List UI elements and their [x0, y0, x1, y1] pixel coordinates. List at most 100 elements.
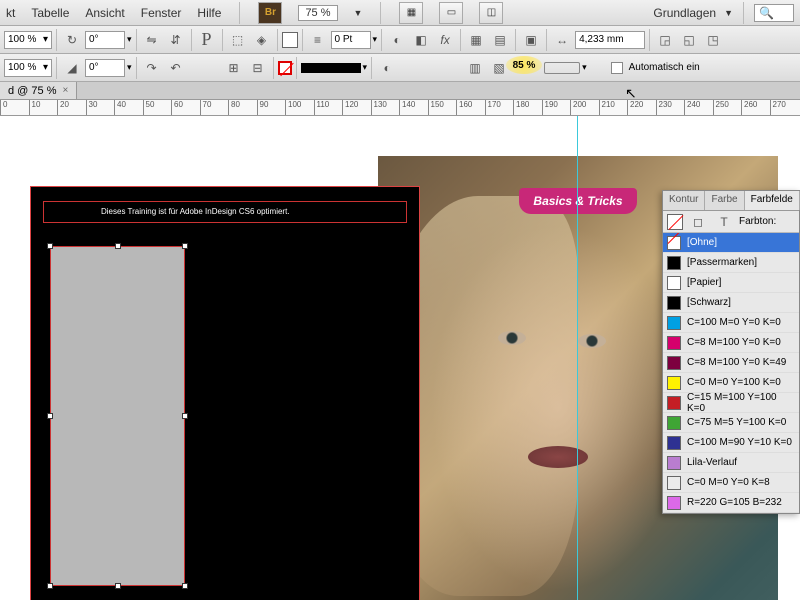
swatch-row[interactable]: C=75 M=5 Y=100 K=0	[663, 413, 799, 433]
swatch-chip	[667, 256, 681, 270]
swatch-row[interactable]: Lila-Verlauf	[663, 453, 799, 473]
panel-tab-kontur[interactable]: Kontur	[663, 191, 705, 210]
swatch-name: [Passermarken]	[687, 257, 757, 268]
swatch-chip	[667, 336, 681, 350]
swatch-row[interactable]: C=100 M=0 Y=0 K=0	[663, 313, 799, 333]
select-container-icon[interactable]: ⬚	[227, 29, 249, 51]
workspace-switcher[interactable]: Grundlagen	[653, 6, 716, 20]
tint-label: Farbton:	[739, 216, 776, 227]
swatch-row[interactable]: C=15 M=100 Y=100 K=0	[663, 393, 799, 413]
selected-frame[interactable]	[50, 246, 185, 586]
auto-label: Automatisch ein	[629, 62, 700, 73]
search-input[interactable]: 🔍	[754, 4, 794, 22]
swatch-row[interactable]: [Passermarken]	[663, 253, 799, 273]
swatch-chip	[667, 356, 681, 370]
frame-fit-icon[interactable]: ▣	[520, 29, 542, 51]
swatch-row[interactable]: C=100 M=90 Y=10 K=0	[663, 433, 799, 453]
shear-icon[interactable]: ◢	[61, 57, 83, 79]
text-wrap-icon[interactable]: ▤	[489, 29, 511, 51]
swatch-chip	[667, 276, 681, 290]
fill-swatch[interactable]	[282, 32, 298, 48]
rotate-ccw-icon[interactable]: ↶	[165, 57, 187, 79]
stroke-style[interactable]	[301, 63, 361, 73]
swatch-chip	[667, 316, 681, 330]
swatch-row[interactable]: [Ohne]	[663, 233, 799, 253]
corner-icon[interactable]: ◲	[654, 29, 676, 51]
corner-icon[interactable]: ◳	[702, 29, 724, 51]
menu-item[interactable]: Fenster	[141, 6, 182, 20]
swatch-row[interactable]: [Papier]	[663, 273, 799, 293]
scale-x-field[interactable]: 100 %▾	[4, 31, 52, 49]
swatch-row[interactable]: C=8 M=100 Y=0 K=49	[663, 353, 799, 373]
effects-icon[interactable]: ◐	[386, 29, 408, 51]
stroke-weight-icon: ≡	[307, 29, 329, 51]
menu-item[interactable]: Hilfe	[197, 6, 221, 20]
menu-item[interactable]: kt	[6, 6, 15, 20]
menu-item[interactable]: Tabelle	[31, 6, 69, 20]
control-panel-row1: 100 %▾ ↻ 0° ▾ ⇋ ⇵ P ⬚ ◈ ≡ 0 Pt ▾ ◐ ◧ fx …	[0, 26, 800, 54]
select-content-icon[interactable]: ◈	[251, 29, 273, 51]
swatch-name: C=0 M=0 Y=100 K=0	[687, 377, 781, 388]
badge-tab: Basics & Tricks	[519, 188, 637, 214]
close-icon[interactable]: ×	[62, 85, 68, 96]
drop-shadow-icon[interactable]: ◧	[410, 29, 432, 51]
rotate-icon[interactable]: ↻	[61, 29, 83, 51]
swatch-name: C=100 M=90 Y=10 K=0	[687, 437, 792, 448]
swatch-name: C=15 M=100 Y=100 K=0	[687, 392, 795, 414]
text-wrap-icon[interactable]: ▦	[465, 29, 487, 51]
swatch-row[interactable]: C=0 M=0 Y=0 K=8	[663, 473, 799, 493]
bridge-button[interactable]: Br	[258, 2, 282, 24]
swatch-chip	[667, 476, 681, 490]
swatches-panel: Kontur Farbe Farbfelde ◻ T Farbton: [Ohn…	[662, 190, 800, 514]
swatch-name: C=100 M=0 Y=0 K=0	[687, 317, 781, 328]
document-tab[interactable]: d @ 75 % ×	[0, 82, 77, 99]
flip-h-icon[interactable]: ⇋	[141, 29, 163, 51]
fx-button[interactable]: fx	[434, 29, 456, 51]
swatch-name: C=0 M=0 Y=0 K=8	[687, 477, 770, 488]
screen-mode-icon[interactable]: ▭	[439, 2, 463, 24]
container-icon[interactable]: ◻	[687, 211, 709, 233]
opacity-icon: ◐	[376, 57, 398, 79]
swatch-name: [Ohne]	[687, 237, 717, 248]
flip-v-icon[interactable]: ⇵	[165, 29, 187, 51]
guide[interactable]	[577, 116, 578, 600]
auto-checkbox[interactable]	[611, 62, 623, 74]
fill-stroke-icon[interactable]	[667, 214, 683, 230]
arrange-icon[interactable]: ◫	[479, 2, 503, 24]
swatch-row[interactable]: R=220 G=105 B=232	[663, 493, 799, 513]
swatch-name: [Papier]	[687, 277, 721, 288]
swatch-chip	[667, 396, 681, 410]
control-panel-row2: 100 %▾ ◢ 0° ▾ ↷ ↶ ⊞ ⊟ ▾ ◐ ▥ ▧ ▾ Automati…	[0, 54, 800, 82]
horizontal-ruler: 0102030405060708090100110120130140150160…	[0, 100, 800, 116]
shear-field[interactable]: 0°	[85, 59, 125, 77]
text-icon[interactable]: T	[713, 211, 735, 233]
panel-tab-farbe[interactable]: Farbe	[705, 191, 744, 210]
swatch-row[interactable]: C=8 M=100 Y=0 K=0	[663, 333, 799, 353]
swatch-chip	[667, 236, 681, 250]
swatch-row[interactable]: C=0 M=0 Y=100 K=0	[663, 373, 799, 393]
align-icon[interactable]: ⊞	[223, 57, 245, 79]
rotate-cw-icon[interactable]: ↷	[141, 57, 163, 79]
rotate-field[interactable]: 0°	[85, 31, 125, 49]
opacity-highlight: 85 %	[506, 56, 542, 74]
measure-icon: ↔	[551, 29, 573, 51]
swatch-chip	[667, 456, 681, 470]
stroke-weight-field[interactable]: 0 Pt	[331, 31, 371, 49]
swatch-row[interactable]: [Schwarz]	[663, 293, 799, 313]
view-mode-icon[interactable]: ▦	[399, 2, 423, 24]
wrap-icon[interactable]: ▥	[464, 57, 486, 79]
document-tabs: d @ 75 % ×	[0, 82, 800, 100]
align-icon[interactable]: ⊟	[247, 57, 269, 79]
swatch-name: [Schwarz]	[687, 297, 731, 308]
width-field[interactable]: 4,233 mm	[575, 31, 645, 49]
stroke-swatch[interactable]	[278, 61, 292, 75]
menu-item[interactable]: Ansicht	[85, 6, 124, 20]
dropdown[interactable]	[544, 62, 580, 74]
zoom-level[interactable]: 75 %	[298, 5, 337, 21]
panel-tab-farbfelder[interactable]: Farbfelde	[745, 191, 800, 210]
swatch-chip	[667, 436, 681, 450]
corner-icon[interactable]: ◱	[678, 29, 700, 51]
paragraph-icon: P	[196, 29, 218, 51]
swatch-name: Lila-Verlauf	[687, 457, 737, 468]
scale-y-field[interactable]: 100 %▾	[4, 59, 52, 77]
